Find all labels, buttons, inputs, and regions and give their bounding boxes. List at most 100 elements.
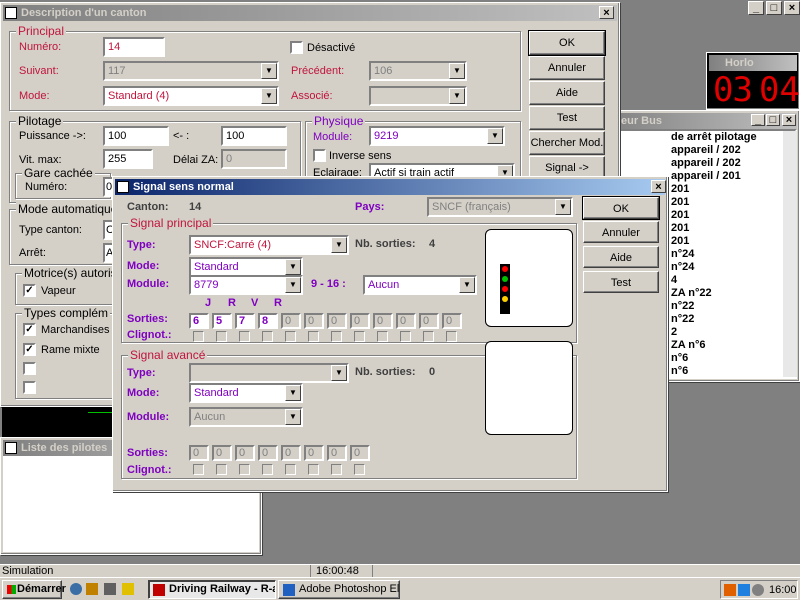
sa-mode-select[interactable]: Standard ▼ bbox=[189, 383, 303, 403]
physique-module-select[interactable]: 9219 ▼ bbox=[369, 126, 505, 146]
chevron-down-icon[interactable]: ▼ bbox=[261, 63, 277, 79]
type-checkbox-4[interactable] bbox=[23, 381, 36, 394]
sortie-field[interactable]: 0 bbox=[304, 445, 324, 461]
bus-list-item[interactable]: appareil / 202 bbox=[671, 157, 795, 170]
clignot-checkbox[interactable] bbox=[285, 331, 296, 342]
bus-min-button[interactable]: _ bbox=[751, 114, 765, 126]
clignot-checkbox[interactable] bbox=[216, 464, 227, 475]
chevron-down-icon[interactable]: ▼ bbox=[285, 385, 301, 401]
clignot-checkbox[interactable] bbox=[377, 331, 388, 342]
desktop-close-button[interactable]: × bbox=[784, 1, 800, 15]
sortie-field[interactable]: 5 bbox=[212, 313, 232, 329]
bus-list-item[interactable]: 201 bbox=[671, 183, 795, 196]
signal-close-button[interactable]: × bbox=[651, 180, 666, 193]
bus-scrollbar[interactable] bbox=[783, 131, 797, 377]
clignot-checkbox[interactable] bbox=[216, 331, 227, 342]
chevron-down-icon[interactable]: ▼ bbox=[285, 277, 301, 293]
signal-aide-button[interactable]: Aide bbox=[583, 246, 659, 268]
clignot-checkbox[interactable] bbox=[308, 331, 319, 342]
bus-list-item[interactable]: n°6 bbox=[671, 365, 795, 377]
bus-list-item[interactable]: appareil / 201 bbox=[671, 170, 795, 183]
canton-close-button[interactable]: × bbox=[599, 6, 614, 19]
bus-list-item[interactable]: n°6 bbox=[671, 352, 795, 365]
suivant-select[interactable]: 117 ▼ bbox=[103, 61, 279, 81]
vitmax-field[interactable]: 255 bbox=[103, 149, 153, 169]
marchandises-checkbox[interactable]: ✓ bbox=[23, 323, 36, 336]
sortie-field[interactable]: 0 bbox=[442, 313, 462, 329]
chevron-down-icon[interactable]: ▼ bbox=[449, 63, 465, 79]
quicklaunch-icon[interactable] bbox=[122, 583, 134, 595]
vapeur-checkbox[interactable]: ✓ bbox=[23, 284, 36, 297]
bus-list-item[interactable]: n°22 bbox=[671, 300, 795, 313]
bus-list-item[interactable]: n°24 bbox=[671, 261, 795, 274]
sortie-field[interactable]: 0 bbox=[327, 445, 347, 461]
chercher-button[interactable]: Chercher Mod. bbox=[529, 131, 605, 155]
sp-type-select[interactable]: SNCF:Carré (4) ▼ bbox=[189, 235, 349, 255]
tray-icon[interactable] bbox=[738, 584, 750, 596]
sortie-field[interactable]: 0 bbox=[373, 313, 393, 329]
sortie-field[interactable]: 0 bbox=[281, 313, 301, 329]
bus-list-item[interactable]: 201 bbox=[671, 235, 795, 248]
sortie-field[interactable]: 0 bbox=[396, 313, 416, 329]
volume-icon[interactable] bbox=[752, 584, 764, 596]
sp-range-select[interactable]: Aucun ▼ bbox=[363, 275, 477, 295]
clignot-checkbox[interactable] bbox=[423, 331, 434, 342]
sortie-field[interactable]: 0 bbox=[258, 445, 278, 461]
signal-test-button[interactable]: Test bbox=[583, 271, 659, 293]
sp-mode-select[interactable]: Standard ▼ bbox=[189, 257, 303, 277]
sortie-field[interactable]: 8 bbox=[258, 313, 278, 329]
sortie-field[interactable]: 0 bbox=[350, 445, 370, 461]
chevron-down-icon[interactable]: ▼ bbox=[261, 88, 277, 104]
bus-list-item[interactable]: n°24 bbox=[671, 248, 795, 261]
back-field[interactable]: 100 bbox=[221, 126, 287, 146]
precedent-select[interactable]: 106 ▼ bbox=[369, 61, 467, 81]
associe-select[interactable]: ▼ bbox=[369, 86, 467, 106]
sa-type-select[interactable]: ▼ bbox=[189, 363, 349, 383]
bus-list-item[interactable]: ZA n°22 bbox=[671, 287, 795, 300]
signal-ok-button[interactable]: OK bbox=[582, 196, 660, 220]
chevron-down-icon[interactable]: ▼ bbox=[285, 409, 301, 425]
pays-select[interactable]: SNCF (français) ▼ bbox=[427, 197, 573, 217]
numero-field[interactable]: 14 bbox=[103, 37, 165, 57]
bus-max-button[interactable]: □ bbox=[766, 114, 780, 126]
clignot-checkbox[interactable] bbox=[331, 464, 342, 475]
annuler-button[interactable]: Annuler bbox=[529, 56, 605, 80]
clignot-checkbox[interactable] bbox=[354, 331, 365, 342]
clignot-checkbox[interactable] bbox=[262, 331, 273, 342]
sortie-field[interactable]: 0 bbox=[235, 445, 255, 461]
chevron-down-icon[interactable]: ▼ bbox=[331, 237, 347, 253]
sortie-field[interactable]: 0 bbox=[419, 313, 439, 329]
sortie-field[interactable]: 0 bbox=[189, 445, 209, 461]
chevron-down-icon[interactable]: ▼ bbox=[487, 128, 503, 144]
clignot-checkbox[interactable] bbox=[239, 464, 250, 475]
quicklaunch-icon[interactable] bbox=[104, 583, 116, 595]
type-checkbox-3[interactable] bbox=[23, 362, 36, 375]
clignot-checkbox[interactable] bbox=[239, 331, 250, 342]
clignot-checkbox[interactable] bbox=[308, 464, 319, 475]
clignot-checkbox[interactable] bbox=[285, 464, 296, 475]
bus-close-button[interactable]: × bbox=[782, 114, 796, 126]
task-photoshop[interactable]: Adobe Photoshop Elements bbox=[278, 580, 400, 599]
sortie-field[interactable]: 6 bbox=[189, 313, 209, 329]
bus-list-item[interactable]: 2 bbox=[671, 326, 795, 339]
bus-list-item[interactable]: 201 bbox=[671, 196, 795, 209]
quicklaunch-icon[interactable] bbox=[86, 583, 98, 595]
clignot-checkbox[interactable] bbox=[193, 464, 204, 475]
chevron-down-icon[interactable]: ▼ bbox=[331, 365, 347, 381]
bus-list-item[interactable]: de arrêt pilotage bbox=[671, 131, 795, 144]
chevron-down-icon[interactable]: ▼ bbox=[449, 88, 465, 104]
inverse-checkbox[interactable] bbox=[313, 149, 326, 162]
sortie-field[interactable]: 0 bbox=[212, 445, 232, 461]
bus-list-item[interactable]: appareil / 202 bbox=[671, 144, 795, 157]
bus-list-item[interactable]: 4 bbox=[671, 274, 795, 287]
sortie-field[interactable]: 0 bbox=[281, 445, 301, 461]
tray-icon[interactable] bbox=[724, 584, 736, 596]
chevron-down-icon[interactable]: ▼ bbox=[459, 277, 475, 293]
clignot-checkbox[interactable] bbox=[331, 331, 342, 342]
clignot-checkbox[interactable] bbox=[354, 464, 365, 475]
sortie-field[interactable]: 7 bbox=[235, 313, 255, 329]
clignot-checkbox[interactable] bbox=[400, 331, 411, 342]
ie-icon[interactable] bbox=[70, 583, 82, 595]
bus-list-item[interactable]: 201 bbox=[671, 222, 795, 235]
puissance-field[interactable]: 100 bbox=[103, 126, 169, 146]
